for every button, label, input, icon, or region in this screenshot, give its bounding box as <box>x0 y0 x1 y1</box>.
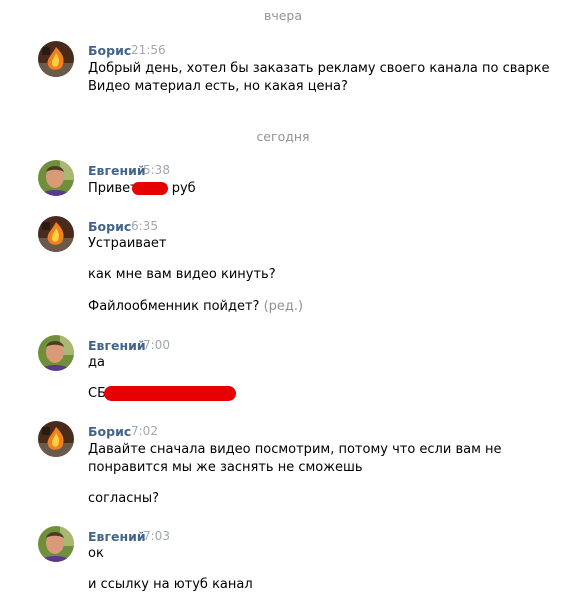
edited-mark[interactable]: (ред.) <box>264 299 304 314</box>
author-name[interactable]: Борис <box>88 43 131 58</box>
author-name[interactable]: Евгений <box>88 338 146 353</box>
author-name[interactable]: Евгений <box>88 529 146 544</box>
message-time[interactable]: 7:03 <box>143 529 170 543</box>
message-text: Давайте сначала видео посмотрим, потому … <box>88 442 502 457</box>
message-text-part: Файлообменник пойдет? <box>88 299 260 314</box>
message-text: и ссылку на ютуб канал <box>88 577 253 592</box>
message-time[interactable]: 21:56 <box>131 43 166 57</box>
fire-avatar-icon[interactable] <box>38 421 74 457</box>
message-text: Устраивает <box>88 236 167 251</box>
message-text: как мне вам видео кинуть? <box>88 267 276 282</box>
message-text: согласны? <box>88 491 160 506</box>
message-time[interactable]: 7:02 <box>131 424 158 438</box>
message-time[interactable]: 6:35 <box>131 219 158 233</box>
author-name[interactable]: Евгений <box>88 163 146 178</box>
message-text: Добрый день, хотел бы заказать рекламу с… <box>88 61 550 76</box>
message-text: ок <box>88 546 104 561</box>
person-avatar-icon[interactable] <box>38 160 74 196</box>
author-name[interactable]: Борис <box>88 219 131 234</box>
message-time[interactable]: 7:00 <box>143 338 170 352</box>
fire-avatar-icon[interactable] <box>38 216 74 252</box>
author-name[interactable]: Борис <box>88 424 131 439</box>
message-text-part: руб <box>171 181 196 196</box>
message-text-part: Привет <box>88 181 138 196</box>
redaction-mark <box>104 386 236 401</box>
message-text: Файлообменник пойдет? (ред.) <box>88 298 303 316</box>
message-time[interactable]: 5:38 <box>143 163 170 177</box>
day-separator-today: сегодня <box>256 129 310 144</box>
person-avatar-icon[interactable] <box>38 526 74 562</box>
redaction-mark <box>132 182 168 195</box>
message-text: Видео материал есть, но какая цена? <box>88 79 348 94</box>
message-text: да <box>88 355 105 370</box>
fire-avatar-icon[interactable] <box>38 41 74 77</box>
person-avatar-icon[interactable] <box>38 335 74 371</box>
day-separator-yesterday: вчера <box>263 8 303 23</box>
message-text: понравится мы же заснять не сможешь <box>88 460 363 475</box>
